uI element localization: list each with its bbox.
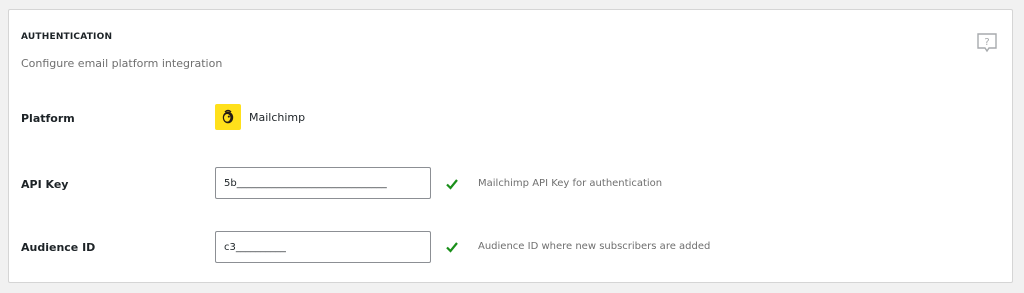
audience-id-input[interactable] <box>215 231 431 263</box>
check-icon <box>445 176 459 190</box>
mailchimp-logo-icon <box>215 104 241 130</box>
audience-id-description: Audience ID where new subscribers are ad… <box>478 241 711 252</box>
authentication-panel: AUTHENTICATION Configure email platform … <box>8 9 1013 283</box>
audience-id-label: Audience ID <box>21 241 96 254</box>
section-title: AUTHENTICATION <box>21 32 113 42</box>
svg-text:?: ? <box>984 37 989 48</box>
platform-name: Mailchimp <box>249 111 306 124</box>
api-key-description: Mailchimp API Key for authentication <box>478 178 663 189</box>
section-subtitle: Configure email platform integration <box>21 57 223 70</box>
check-icon <box>445 239 459 253</box>
api-key-input[interactable] <box>215 167 431 199</box>
help-question-icon[interactable]: ? <box>976 32 998 54</box>
api-key-label: API Key <box>21 178 69 191</box>
platform-label: Platform <box>21 112 75 125</box>
